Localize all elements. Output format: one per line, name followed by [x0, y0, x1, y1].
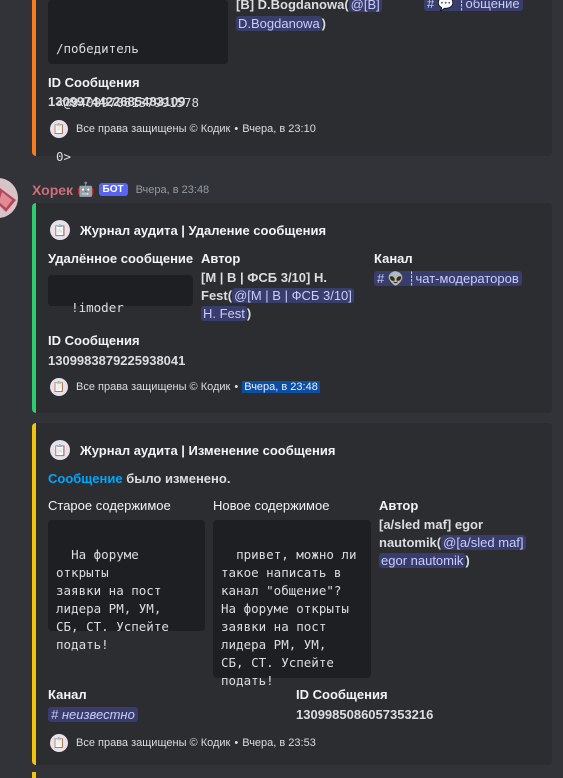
next-embed-edge: [32, 772, 36, 778]
author-value: [B] D.Bogdanowa(@[B] D.Bogdanowa): [236, 0, 406, 33]
field-label: Канал: [48, 687, 87, 702]
footer-separator: •: [234, 381, 239, 393]
message-link[interactable]: Сообщение: [48, 471, 123, 486]
footer-time: Вчера, в 23:53: [242, 737, 316, 749]
footer-separator: •: [234, 737, 239, 749]
embed-footer: 📋 Все права защищены © Кодик • Вчера, в …: [50, 734, 316, 752]
channel-value: # неизвестно: [48, 706, 138, 724]
avatar[interactable]: [0, 178, 18, 218]
code-block: !imoder: [48, 275, 193, 315]
footer-text: Все права защищены © Кодик: [76, 381, 231, 393]
channel-mention[interactable]: # 💬 ┊общение: [424, 0, 523, 11]
user-mention[interactable]: @[B]: [348, 0, 382, 12]
user-mention[interactable]: egor nautomik: [379, 553, 466, 568]
code-block: На форуме открыты заявки на пост лидера …: [48, 520, 205, 652]
hash-icon: #: [377, 271, 385, 286]
kodik-icon: 📋: [50, 120, 68, 138]
id-label: ID Сообщения: [48, 333, 140, 348]
avatar-image: [0, 178, 18, 218]
channel-value: # 👽 ┊чат-модераторов: [374, 270, 522, 288]
user-mention[interactable]: H. Fest: [201, 306, 247, 321]
id-label: ID Сообщения: [48, 75, 140, 90]
footer-text: Все права защищены © Кодик: [76, 737, 231, 749]
field-label: Автор: [379, 498, 419, 513]
alien-icon: 👽: [387, 271, 405, 286]
id-value: 1309983879225938041: [48, 353, 186, 368]
field-label: Удалённое сообщение: [48, 251, 194, 266]
user-mention[interactable]: @[M | B | ФСБ 3/10]: [232, 288, 354, 303]
kodik-icon: 📋: [50, 220, 70, 240]
code-block: привет, можно ли такое написать в канал …: [213, 520, 371, 688]
embed-author: 📋 Журнал аудита | Удаление сообщения: [50, 220, 326, 240]
deleted-message-content: !imoder: [71, 300, 124, 315]
code-line: /победитель: [56, 41, 139, 56]
field-label: Старое содержимое: [48, 498, 171, 513]
user-mention[interactable]: @[a/sled maf]: [441, 535, 526, 550]
message-timestamp[interactable]: Вчера, в 23:48: [136, 184, 210, 196]
channel-mention[interactable]: # неизвестно: [48, 707, 138, 722]
embed-title: Журнал аудита | Удаление сообщения: [80, 222, 327, 238]
field-label: Канал: [374, 251, 413, 266]
bot-badge: БОТ: [98, 183, 128, 196]
id-value: 1309974422685483109: [48, 94, 186, 109]
footer-text: Все права защищены © Кодик: [76, 123, 231, 135]
kodik-icon: 📋: [50, 378, 68, 396]
author-value: [a/sled maf] egor nautomik(@[a/sled maf]…: [379, 517, 526, 568]
code-line: 0>: [56, 149, 72, 164]
field-label: Новое содержимое: [213, 498, 330, 513]
author-value: [M | B | ФСБ 3/10] H. Fest(@[M | B | ФСБ…: [201, 270, 354, 321]
embed-footer: 📋 Все права защищены © Кодик • Вчера, в …: [50, 378, 320, 396]
robot-icon: 🤖: [77, 181, 95, 197]
footer-separator: •: [234, 123, 239, 135]
new-content: привет, можно ли такое написать в канал …: [221, 547, 357, 688]
footer-time: Вчера, в 23:48: [242, 381, 320, 393]
code-block: /победитель <@94089706137991578 0>: [48, 0, 228, 164]
author-name: [B] D.Bogdanowa(: [236, 0, 349, 12]
user-mention[interactable]: D.Bogdanowa: [236, 16, 322, 31]
message-header: Хорек 🤖 БОТ Вчера, в 23:48: [32, 181, 209, 198]
message-author[interactable]: Хорек: [32, 182, 73, 198]
footer-time: Вчера, в 23:10: [242, 123, 316, 135]
embed-footer: 📋 Все права защищены © Кодик • Вчера, в …: [50, 120, 316, 138]
embed-author: 📋 Журнал аудита | Изменение сообщения: [50, 440, 335, 460]
channel-mention[interactable]: # 👽 ┊чат-модераторов: [374, 271, 522, 286]
id-label: ID Сообщения: [296, 687, 388, 702]
kodik-icon: 📋: [50, 734, 68, 752]
field-label: Автор: [201, 251, 241, 266]
kodik-icon: 📋: [50, 440, 70, 460]
embed-title: Журнал аудита | Изменение сообщения: [80, 442, 336, 458]
channel-value[interactable]: # 💬 ┊общение: [424, 0, 523, 13]
id-value: 1309985086057353216: [296, 707, 434, 722]
embed-description: Сообщение было изменено.: [48, 471, 231, 486]
